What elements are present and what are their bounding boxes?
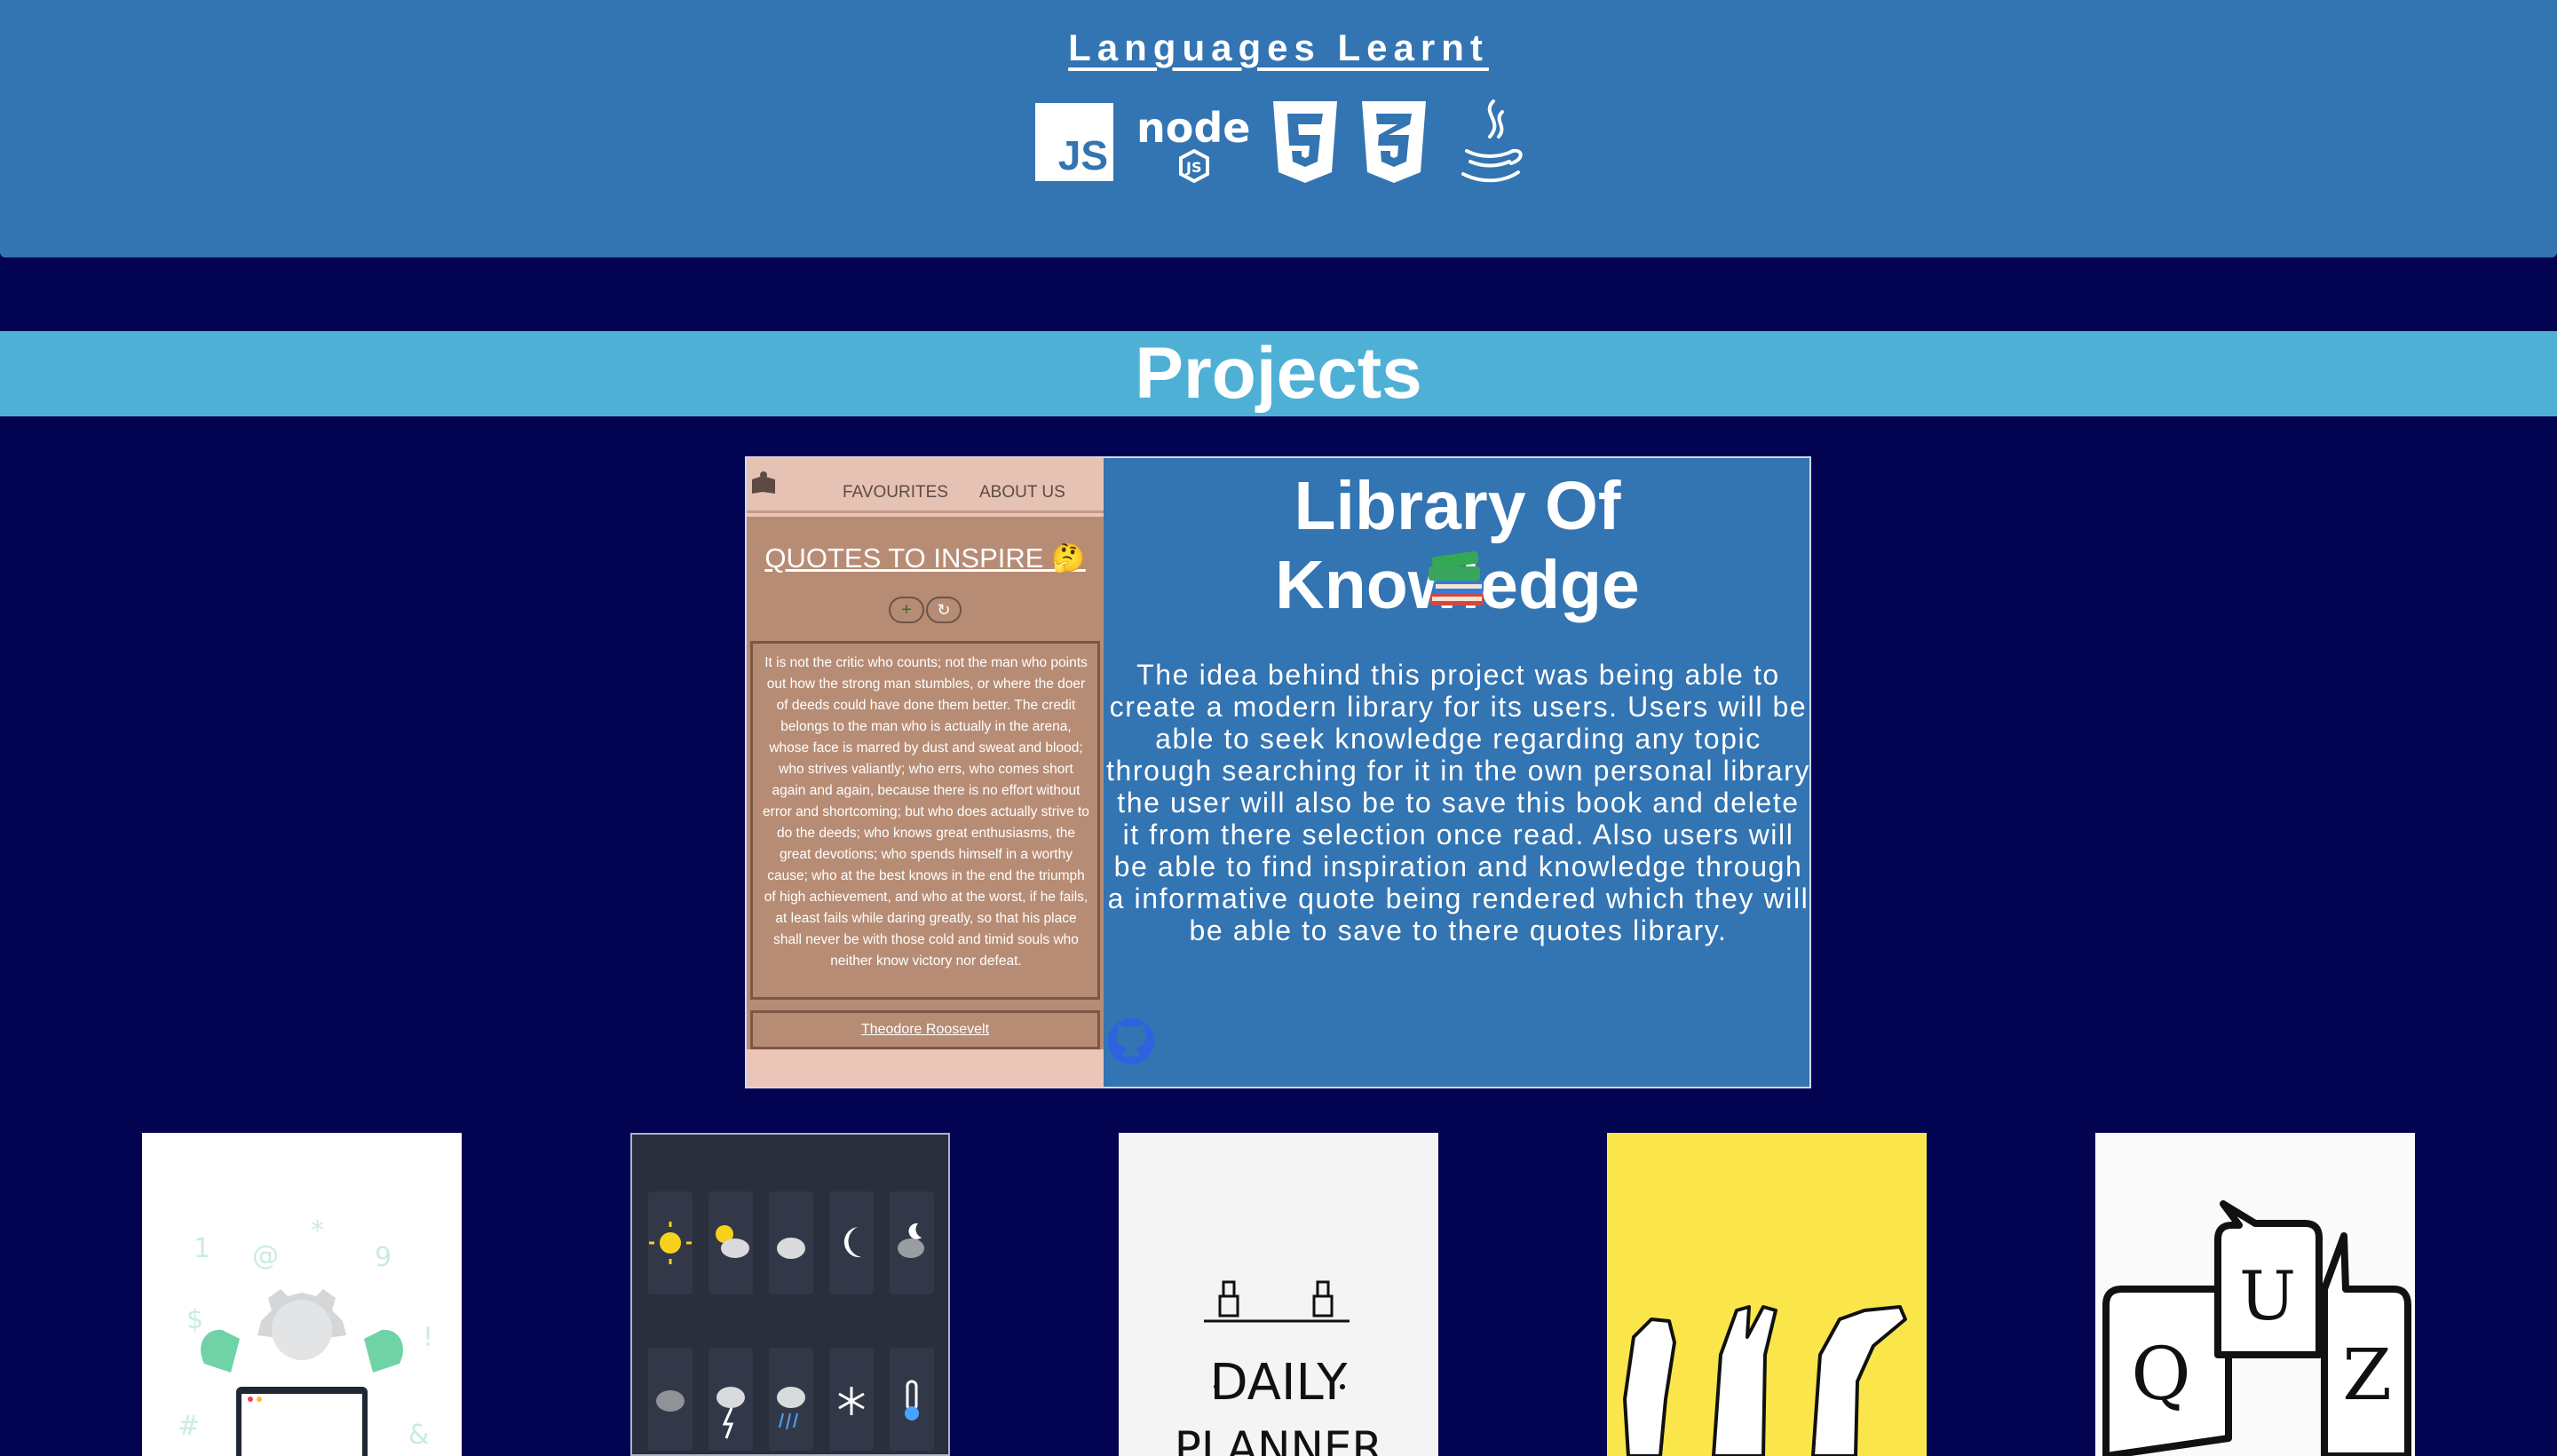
screenshot-quote-title: QUOTES TO INSPIRE 🤔 (764, 542, 1086, 574)
daily-planner-sketch-icon: DAILY PLANNER (1175, 1280, 1383, 1456)
screenshot-add-button: + (889, 597, 924, 623)
svg-text:#: # (178, 1411, 200, 1442)
screenshot-nav-about: ABOUT US (979, 483, 1065, 502)
featured-project-description: The idea behind this project was being a… (1106, 659, 1810, 946)
languages-icon-row: JS node JS (1030, 98, 1527, 195)
rock-paper-scissors-project-card[interactable] (1607, 1133, 1927, 1456)
screenshot-nav-favourites: FAVOURITES (843, 483, 948, 502)
nodejs-icon: node JS (1136, 104, 1250, 184)
projects-banner: Projects (0, 331, 2557, 416)
svg-text:JS: JS (1185, 159, 1201, 176)
languages-title: Languages Learnt (1068, 27, 1489, 68)
screenshot-navbar: FAVOURITES ABOUT US (747, 458, 1104, 513)
svg-text:$: $ (186, 1304, 203, 1335)
java-icon (1461, 99, 1523, 183)
screenshot-quote-author: Theodore Roosevelt (860, 1022, 990, 1037)
svg-text:Z: Z (2342, 1333, 2392, 1416)
svg-text:*: * (311, 1215, 324, 1246)
weather-icons-grid-icon (648, 1191, 934, 1451)
svg-text:@: @ (252, 1240, 279, 1271)
svg-text:1: 1 (194, 1233, 210, 1264)
tech-support-illustration-icon: 1 @ * 9 $! # & (178, 1215, 433, 1456)
books-emoji-icon (1429, 550, 1484, 605)
quiz-speech-bubbles-icon: Q U Z (2102, 1200, 2411, 1456)
svg-text:!: ! (423, 1322, 433, 1353)
hands-illustration-icon (1623, 1305, 1907, 1456)
svg-text:U: U (2239, 1256, 2296, 1335)
weather-dashboard-project-card[interactable] (630, 1133, 950, 1456)
featured-project-card[interactable]: FAVOURITES ABOUT US QUOTES TO INSPIRE 🤔 … (745, 456, 1811, 1088)
languages-header: Languages Learnt JS node JS (0, 0, 2557, 257)
css3-icon (1362, 101, 1426, 183)
screenshot-refresh-button: ↻ (926, 597, 962, 623)
svg-text:Q: Q (2131, 1333, 2190, 1417)
screenshot-quote-box: It is not the critic who counts; not the… (750, 641, 1100, 1000)
daily-planner-art-text: DAILY (1210, 1354, 1349, 1412)
js-label: JS (1057, 132, 1108, 178)
quiz-project-card[interactable]: Q U Z (2095, 1133, 2415, 1456)
screenshot-author-box: Theodore Roosevelt (750, 1010, 1100, 1049)
screenshot-quote-text: It is not the critic who counts; not the… (763, 655, 1089, 969)
svg-text:PLANNER: PLANNER (1175, 1422, 1383, 1456)
html5-icon (1273, 101, 1337, 183)
book-logo-icon (752, 471, 775, 494)
svg-text:9: 9 (375, 1242, 392, 1273)
projects-title: Projects (1135, 333, 1422, 414)
password-generator-project-card[interactable]: 1 @ * 9 $! # & (142, 1133, 462, 1456)
svg-text:&: & (408, 1420, 429, 1451)
svg-text:node: node (1136, 104, 1250, 152)
daily-planner-project-card[interactable]: DAILY PLANNER (1119, 1133, 1438, 1456)
screenshot-quote-panel: QUOTES TO INSPIRE 🤔 + ↻ It is not the cr… (747, 517, 1104, 1049)
javascript-icon: JS (1035, 103, 1113, 181)
github-icon[interactable] (1105, 1016, 1157, 1067)
project-screenshot: FAVOURITES ABOUT US QUOTES TO INSPIRE 🤔 … (747, 458, 1104, 1087)
